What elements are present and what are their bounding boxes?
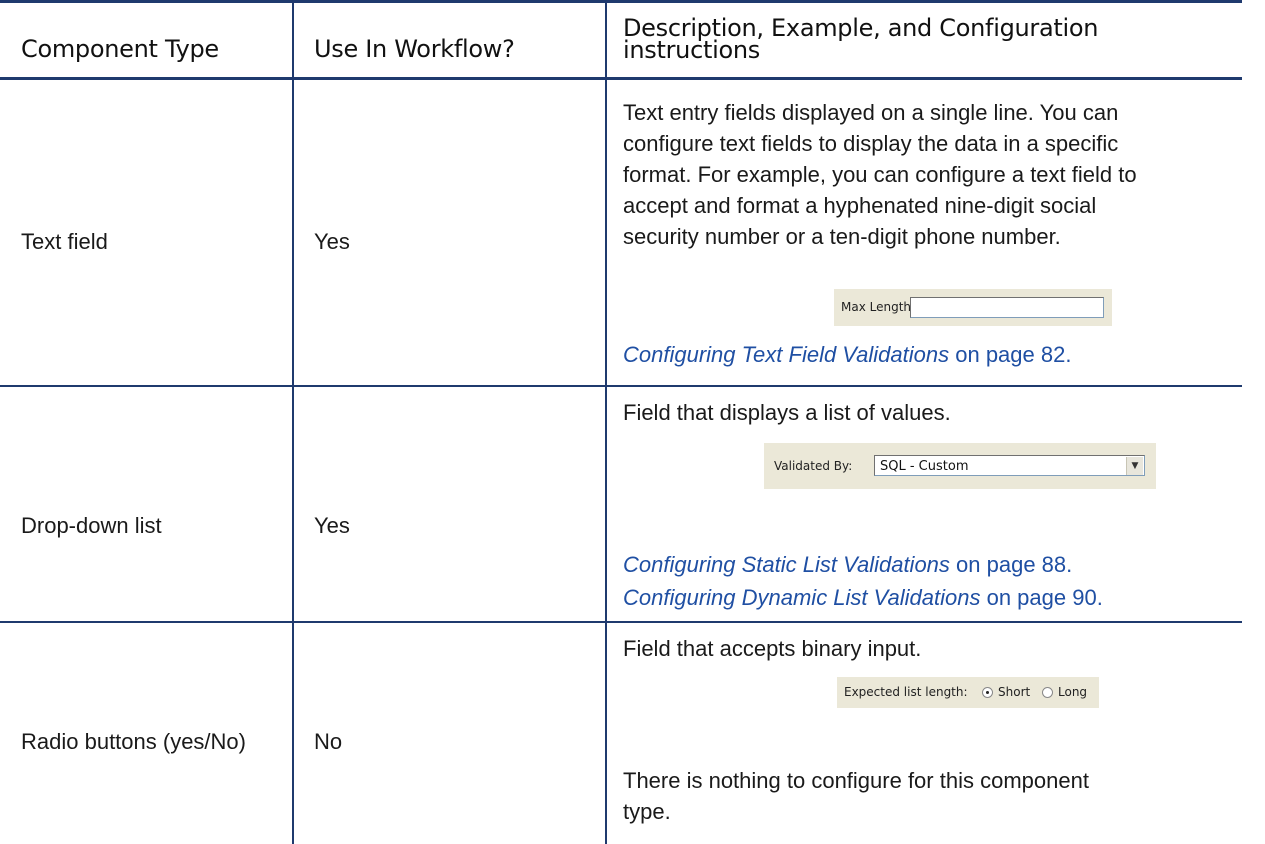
link-static-list-validations[interactable]: Configuring Static List Validations bbox=[623, 552, 950, 577]
max-length-widget: Max Length: bbox=[834, 289, 1112, 326]
column-divider-1 bbox=[292, 0, 294, 844]
row1-workflow: Yes bbox=[314, 229, 350, 254]
row1-link-line: Configuring Text Field Validations on pa… bbox=[623, 342, 1072, 367]
header-top-rule bbox=[0, 0, 1242, 3]
row3-component: Radio buttons (yes/No) bbox=[21, 729, 246, 754]
max-length-input[interactable] bbox=[910, 297, 1104, 318]
link-text-field-validations[interactable]: Configuring Text Field Validations bbox=[623, 342, 949, 367]
row1-component: Text field bbox=[21, 229, 108, 254]
radio-short[interactable] bbox=[982, 687, 993, 698]
radio-long[interactable] bbox=[1042, 687, 1053, 698]
row1-description: Text entry fields displayed on a single … bbox=[623, 100, 1137, 249]
row2-component: Drop-down list bbox=[21, 513, 162, 538]
radio-short-label: Short bbox=[998, 685, 1031, 699]
validated-by-select[interactable]: SQL - Custom ▼ bbox=[874, 455, 1145, 476]
row2-workflow: Yes bbox=[314, 513, 350, 538]
row2-link-line-2: Configuring Dynamic List Validations on … bbox=[623, 585, 1103, 610]
column-divider-2 bbox=[605, 0, 607, 844]
row2-description: Field that displays a list of values. bbox=[623, 400, 951, 425]
row3-note: There is nothing to configure for this c… bbox=[623, 768, 1089, 824]
row-divider-2 bbox=[0, 621, 1242, 623]
radio-long-label: Long bbox=[1058, 685, 1088, 699]
max-length-label: Max Length: bbox=[841, 300, 916, 314]
header-use-in-workflow: Use In Workflow? bbox=[314, 35, 515, 63]
header-component-type: Component Type bbox=[21, 35, 219, 63]
validated-by-widget: Validated By: SQL - Custom ▼ bbox=[764, 443, 1156, 489]
list-length-widget: Expected list length: Short Long bbox=[837, 677, 1099, 708]
list-length-label: Expected list length: bbox=[844, 685, 968, 699]
validated-by-label: Validated By: bbox=[774, 459, 853, 473]
header-bottom-rule bbox=[0, 77, 1242, 80]
link-dynamic-list-validations[interactable]: Configuring Dynamic List Validations bbox=[623, 585, 980, 610]
row3-workflow: No bbox=[314, 729, 343, 754]
row-divider-1 bbox=[0, 385, 1242, 387]
row3-description: Field that accepts binary input. bbox=[623, 636, 922, 661]
chevron-down-icon[interactable]: ▼ bbox=[1126, 457, 1143, 475]
row2-link-line-1: Configuring Static List Validations on p… bbox=[623, 552, 1073, 577]
header-description: Description, Example, and Configuration … bbox=[623, 14, 1099, 64]
validated-by-value: SQL - Custom bbox=[880, 459, 969, 474]
